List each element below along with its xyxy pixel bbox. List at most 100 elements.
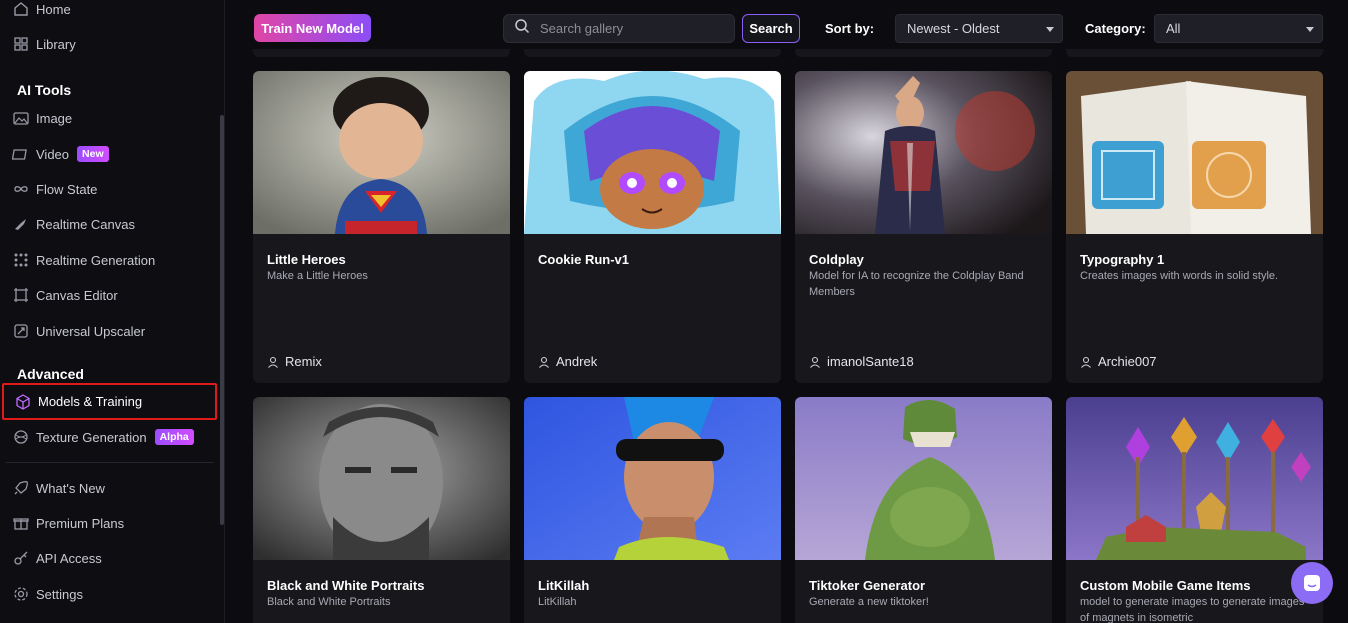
model-thumbnail (253, 397, 510, 560)
sidebar-item-home[interactable]: Home (6, 0, 214, 24)
brush-icon (12, 215, 30, 233)
sidebar-item-label: Image (36, 110, 73, 126)
model-title: Coldplay (809, 252, 864, 267)
model-card[interactable]: LitKillah LitKillah (524, 397, 781, 623)
new-badge: New (77, 146, 109, 162)
sidebar-scrollbar[interactable] (220, 115, 224, 525)
model-description: Black and White Portraits (267, 596, 391, 608)
search-button[interactable]: Search (742, 14, 800, 43)
model-title: Custom Mobile Game Items (1080, 578, 1251, 593)
author-name: imanolSante18 (827, 354, 914, 369)
sidebar-item-whats-new[interactable]: What's New (6, 473, 214, 503)
sidebar-item-universal-upscaler[interactable]: Universal Upscaler (6, 316, 214, 346)
model-card[interactable]: Black and White Portraits Black and Whit… (253, 397, 510, 623)
card-edge (253, 49, 510, 57)
home-icon (12, 0, 30, 18)
sidebar-item-settings[interactable]: Settings (6, 579, 214, 609)
model-thumbnail (1066, 71, 1323, 234)
search-box[interactable] (503, 14, 735, 43)
model-author[interactable]: imanolSante18 (809, 354, 914, 369)
sidebar-item-label: Models & Training (38, 394, 143, 409)
chevron-down-icon (1046, 27, 1054, 32)
model-card[interactable]: Tiktoker Generator Generate a new tiktok… (795, 397, 1052, 623)
upscale-icon (12, 322, 30, 340)
model-card[interactable]: Cookie Run-v1 Andrek (524, 71, 781, 383)
sidebar-item-flow-state[interactable]: Flow State (6, 174, 214, 204)
sidebar-item-models-training[interactable]: Models & Training (2, 383, 217, 420)
video-icon (12, 145, 30, 163)
sidebar-item-label: What's New (36, 480, 105, 496)
sidebar-item-premium-plans[interactable]: Premium Plans (6, 508, 214, 538)
model-title: Tiktoker Generator (809, 578, 926, 593)
section-heading-advanced: Advanced (17, 366, 84, 382)
sidebar-item-label: Home (36, 1, 71, 17)
sidebar-item-canvas-editor[interactable]: Canvas Editor (6, 280, 214, 310)
chevron-down-icon (1306, 27, 1314, 32)
user-icon (810, 356, 820, 368)
sort-label: Sort by: (825, 21, 875, 36)
card-edge (524, 49, 781, 57)
sidebar-item-label: API Access (36, 550, 102, 566)
alpha-badge: Alpha (154, 429, 194, 445)
frame-icon (12, 286, 30, 304)
sidebar-item-library[interactable]: Library (6, 29, 214, 59)
model-card[interactable]: Typography 1 Creates images with words i… (1066, 71, 1323, 383)
sidebar-item-realtime-canvas[interactable]: Realtime Canvas (6, 209, 214, 239)
sidebar: Home Library AI Tools Image Video New Fl… (0, 0, 225, 623)
sort-select[interactable]: Newest - Oldest (895, 14, 1063, 43)
model-thumbnail (795, 71, 1052, 234)
sidebar-item-label: Premium Plans (36, 515, 125, 531)
sidebar-item-label: Library (36, 36, 76, 52)
model-title: Cookie Run-v1 (538, 252, 630, 267)
model-thumbnail (795, 397, 1052, 560)
model-title: Typography 1 (1080, 252, 1165, 267)
author-name: Remix (285, 354, 322, 369)
sidebar-item-video[interactable]: Video New (6, 139, 214, 169)
model-author[interactable]: Andrek (538, 354, 597, 369)
sidebar-item-texture-generation[interactable]: Texture Generation Alpha (6, 422, 214, 452)
section-heading-ai-tools: AI Tools (17, 82, 72, 98)
sidebar-item-realtime-generation[interactable]: Realtime Generation (6, 245, 214, 275)
model-card[interactable]: Custom Mobile Game Items model to genera… (1066, 397, 1323, 623)
sidebar-item-label: Realtime Canvas (36, 216, 135, 232)
sidebar-item-label: Video (36, 146, 70, 162)
model-description: model to generate images to generate ima… (1080, 596, 1305, 623)
model-card[interactable]: Coldplay Model for IA to recognize the C… (795, 71, 1052, 383)
model-card[interactable]: Little Heroes Make a Little Heroes Remix (253, 71, 510, 383)
user-icon (268, 356, 278, 368)
gift-icon (12, 514, 30, 532)
sidebar-item-image[interactable]: Image (6, 103, 214, 133)
category-value: All (1166, 21, 1181, 36)
sidebar-item-label: Universal Upscaler (36, 323, 146, 339)
key-icon (12, 549, 30, 567)
sidebar-divider (6, 462, 214, 463)
model-author[interactable]: Remix (267, 354, 322, 369)
search-input[interactable] (540, 21, 720, 36)
category-select[interactable]: All (1154, 14, 1323, 43)
author-name: Andrek (556, 354, 598, 369)
sidebar-item-api-access[interactable]: API Access (6, 543, 214, 573)
dots-grid-icon (12, 251, 30, 269)
card-edge (1066, 49, 1323, 57)
gear-icon (12, 585, 30, 603)
model-thumbnail (524, 397, 781, 560)
model-thumbnail (253, 71, 510, 234)
author-name: Archie007 (1098, 354, 1157, 369)
sidebar-item-label: Flow State (36, 181, 98, 197)
model-description: Make a Little Heroes (267, 270, 368, 282)
model-author[interactable]: Archie007 (1080, 354, 1157, 369)
sidebar-item-label: Canvas Editor (36, 287, 118, 303)
infinity-icon (12, 180, 30, 198)
chat-button[interactable] (1291, 562, 1333, 604)
model-title: LitKillah (538, 578, 590, 593)
grid-icon (12, 35, 30, 53)
train-new-model-button[interactable]: Train New Model (254, 14, 371, 42)
user-icon (1081, 356, 1091, 368)
model-title: Little Heroes (267, 252, 346, 267)
image-icon (12, 109, 30, 127)
model-thumbnail (1066, 397, 1323, 560)
toolbar: Train New Model Search Sort by: Newest -… (225, 0, 1348, 56)
sidebar-item-label: Texture Generation (36, 429, 147, 445)
sidebar-item-label: Realtime Generation (36, 252, 156, 268)
search-icon (514, 18, 540, 39)
